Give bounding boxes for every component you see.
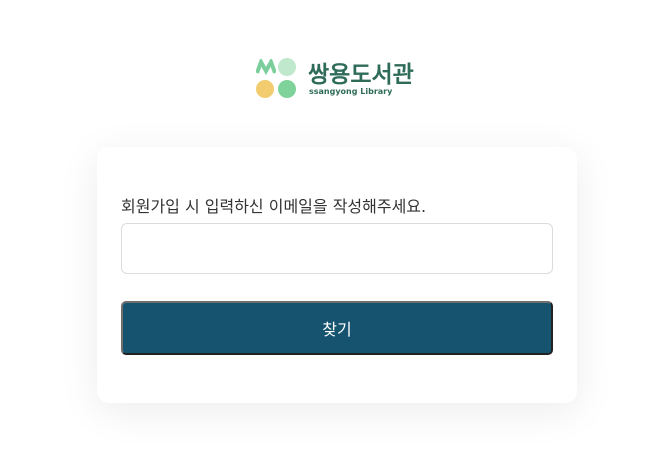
logo-mark-icon <box>255 57 297 99</box>
library-logo: 쌍용도서관 ssangyong Library <box>255 57 435 99</box>
logo-text-english: ssangyong Library <box>309 87 393 96</box>
find-account-card: 회원가입 시 입력하신 이메일을 작성해주세요. 찾기 <box>97 147 577 403</box>
email-input[interactable] <box>121 223 553 274</box>
mountain-icon <box>256 59 276 75</box>
logo-text-korean: 쌍용도서관 <box>308 62 414 88</box>
find-button[interactable]: 찾기 <box>121 301 553 355</box>
email-label: 회원가입 시 입력하신 이메일을 작성해주세요. <box>121 197 427 216</box>
